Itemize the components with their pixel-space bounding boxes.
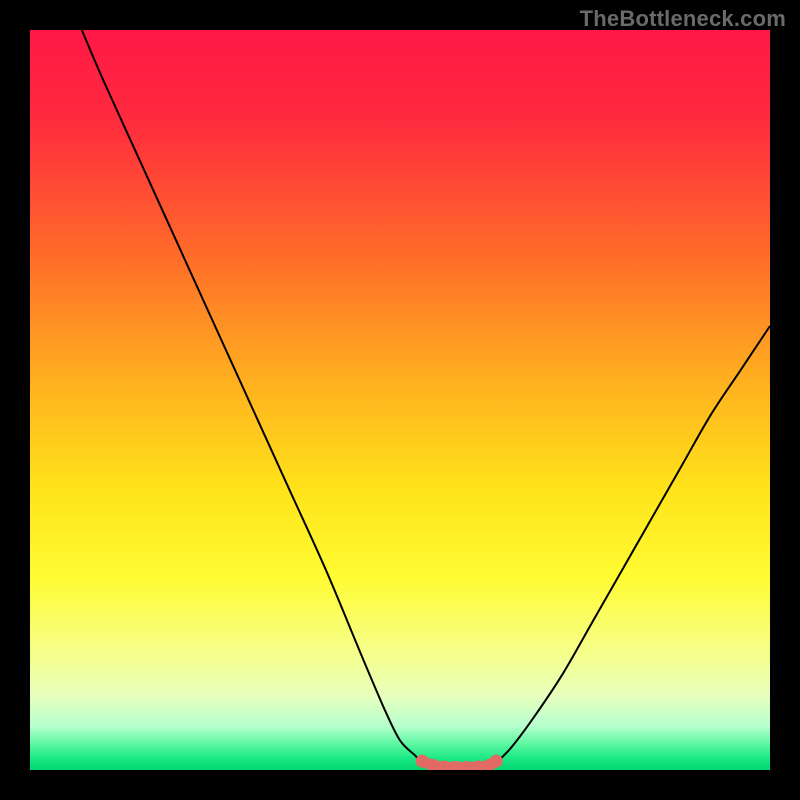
chart-frame: TheBottleneck.com <box>0 0 800 800</box>
bottleneck-chart <box>30 30 770 770</box>
watermark-text: TheBottleneck.com <box>580 6 786 32</box>
optimal-range-dot <box>490 755 503 768</box>
optimal-range-dot <box>416 755 429 768</box>
chart-background <box>30 30 770 770</box>
